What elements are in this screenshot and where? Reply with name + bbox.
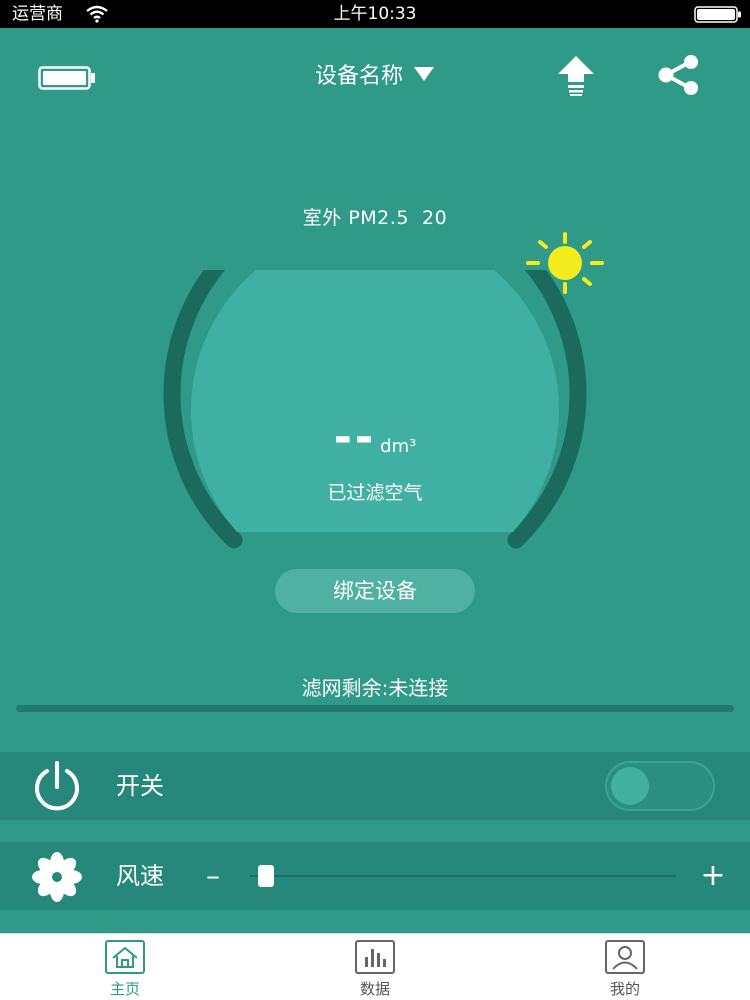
device-title: 设备名称 bbox=[314, 64, 403, 89]
bar-chart-icon bbox=[355, 940, 395, 974]
user-icon bbox=[605, 940, 645, 974]
status-time: 上午10:33 bbox=[333, 4, 417, 24]
tab-bar: 主页 数据 我的 bbox=[0, 933, 750, 1000]
tab-data[interactable]: 数据 bbox=[325, 934, 425, 1000]
outdoor-pm25-label: 室外 PM2.5 bbox=[302, 207, 409, 229]
power-row: 开关 bbox=[0, 752, 750, 820]
power-icon bbox=[35, 761, 79, 811]
status-battery-icon bbox=[694, 6, 741, 23]
outdoor-pm25-value: 20 bbox=[422, 207, 448, 229]
caret-down-icon bbox=[414, 67, 434, 81]
bind-device-button[interactable]: 绑定设备 bbox=[275, 569, 475, 613]
outdoor-pm25: 室外 PM2.5 20 bbox=[0, 203, 750, 230]
tab-data-label: 数据 bbox=[359, 980, 390, 998]
reading-unit: dm³ bbox=[380, 436, 417, 457]
power-toggle[interactable] bbox=[605, 761, 715, 811]
power-toggle-knob bbox=[611, 767, 649, 805]
filtered-air-reading: -- dm³ bbox=[0, 412, 750, 463]
tab-home-label: 主页 bbox=[109, 980, 140, 998]
tab-home[interactable]: 主页 bbox=[75, 934, 175, 1000]
wind-speed-row: 风速 – + bbox=[0, 842, 750, 910]
wind-speed-label: 风速 bbox=[116, 862, 164, 890]
upload-icon[interactable] bbox=[556, 54, 596, 96]
share-icon[interactable] bbox=[656, 54, 702, 96]
tab-mine[interactable]: 我的 bbox=[575, 934, 675, 1000]
filter-remaining-bar bbox=[16, 705, 734, 712]
app-screen: 运营商 上午10:33 设备名称 室外 PM2.5 20 -- dm³ 已过滤空… bbox=[0, 0, 750, 1000]
wind-speed-minus-button[interactable]: – bbox=[200, 842, 226, 910]
filtered-air-label: 已过滤空气 bbox=[327, 482, 423, 504]
reading-value: -- bbox=[333, 412, 377, 463]
power-label: 开关 bbox=[116, 772, 164, 800]
home-icon bbox=[105, 940, 145, 974]
wind-speed-slider-thumb[interactable] bbox=[257, 865, 274, 887]
battery-icon bbox=[38, 66, 95, 90]
wind-speed-track[interactable] bbox=[250, 875, 676, 877]
device-selector[interactable]: 设备名称 bbox=[240, 56, 510, 92]
wind-speed-plus-button[interactable]: + bbox=[698, 842, 728, 910]
tab-mine-label: 我的 bbox=[609, 980, 640, 998]
status-bar: 运营商 上午10:33 bbox=[0, 0, 750, 28]
fan-icon bbox=[32, 852, 82, 902]
filter-remaining-label: 滤网剩余:未连接 bbox=[301, 676, 449, 700]
